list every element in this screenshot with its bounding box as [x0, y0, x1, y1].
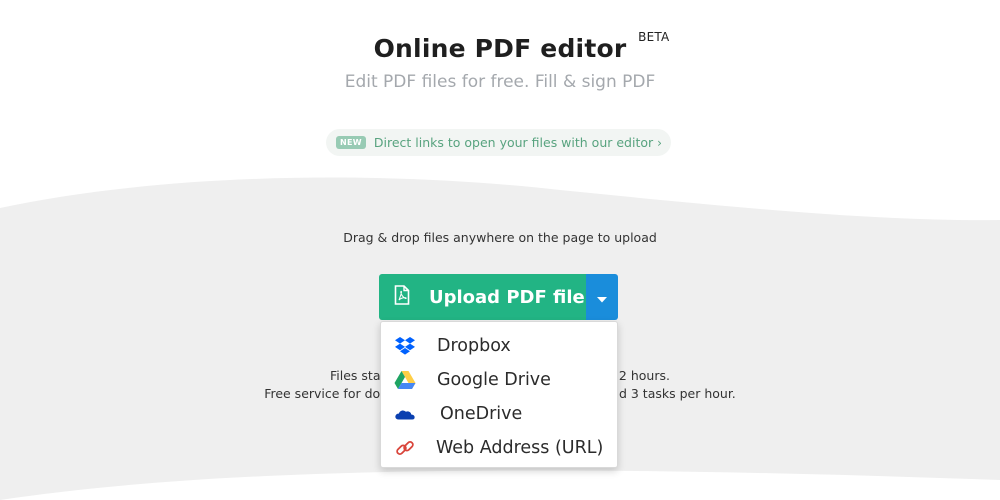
direct-links-notice[interactable]: NEW Direct links to open your files with… [326, 129, 671, 156]
caret-down-icon [597, 288, 607, 307]
dropbox-icon [394, 336, 416, 356]
chevron-right-icon: › [657, 135, 662, 150]
notice-link-text[interactable]: Direct links to open your files with our… [374, 135, 653, 150]
onedrive-icon [394, 404, 416, 424]
menu-item-onedrive[interactable]: OneDrive [381, 397, 617, 431]
drag-drop-hint: Drag & drop files anywhere on the page t… [343, 230, 657, 245]
link-icon [394, 438, 416, 458]
upload-pdf-button[interactable]: Upload PDF file [379, 274, 586, 320]
google-drive-icon [394, 370, 416, 390]
menu-item-label: Google Drive [437, 370, 551, 390]
menu-item-dropbox[interactable]: Dropbox [381, 329, 617, 363]
beta-badge: BETA [638, 30, 670, 44]
upload-source-menu: Dropbox Google Drive OneDrive Web Addres… [380, 321, 618, 468]
page-title: Online PDF editor BETA [373, 30, 670, 63]
upload-options-dropdown-button[interactable] [586, 274, 618, 320]
menu-item-label: Web Address (URL) [436, 438, 604, 458]
pdf-file-icon [394, 285, 410, 309]
menu-item-google-drive[interactable]: Google Drive [381, 363, 617, 397]
menu-item-label: OneDrive [440, 404, 523, 424]
menu-item-web-address[interactable]: Web Address (URL) [381, 431, 617, 465]
new-badge: NEW [336, 136, 366, 149]
upload-button-label: Upload PDF file [429, 286, 585, 308]
menu-item-label: Dropbox [437, 336, 511, 356]
page-subtitle: Edit PDF files for free. Fill & sign PDF [344, 72, 656, 92]
